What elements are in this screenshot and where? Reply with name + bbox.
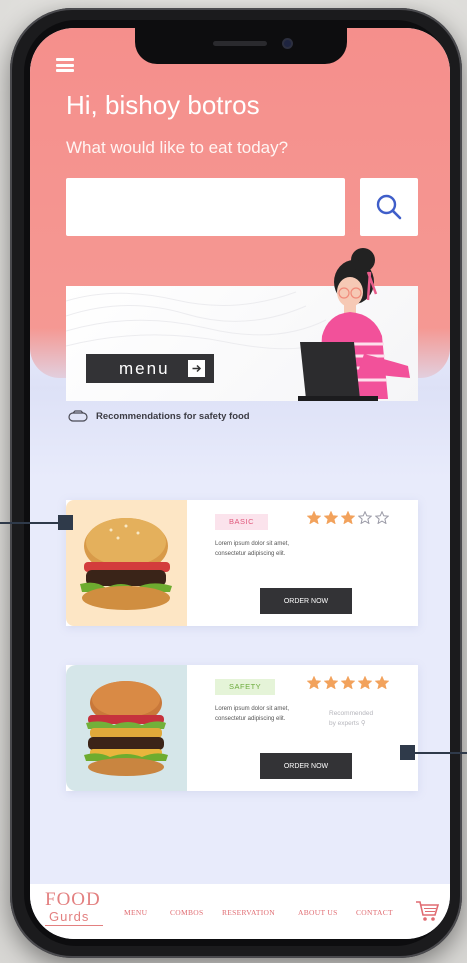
rating-stars [307, 511, 389, 524]
app-screen: Hi, bishoy botros What would like to eat… [30, 28, 450, 939]
rating-stars [307, 676, 389, 689]
expert-icon: ⚲ [360, 720, 366, 727]
badge-icon [68, 410, 88, 422]
star-icon [324, 676, 338, 689]
search-input[interactable] [66, 178, 345, 236]
nav-contact[interactable]: CONTACT [356, 908, 393, 917]
phone-notch [135, 28, 347, 64]
burger-image [66, 500, 187, 626]
food-card[interactable]: BASIC Lorem ipsum dolor sit amet, consec… [66, 500, 418, 626]
menu-label: menu [119, 358, 170, 378]
logo[interactable]: FOOD Gurds [45, 890, 103, 926]
callout-line-left [0, 522, 60, 524]
category-badge: BASIC [215, 514, 269, 530]
menu-button[interactable]: menu [86, 354, 214, 383]
nav-about-us[interactable]: ABOUT US [298, 908, 338, 917]
nav-menu[interactable]: MENU [124, 908, 147, 917]
greeting: Hi, bishoy botros [66, 90, 260, 120]
star-icon [341, 676, 355, 689]
safety-recommendation[interactable]: Recommendations for safety food [68, 410, 250, 423]
camera [282, 38, 293, 49]
card-description: Lorem ipsum dolor sit amet, consectetur … [215, 541, 290, 557]
safety-text: Recommendations for safety food [96, 411, 250, 422]
star-icon [307, 511, 321, 524]
category-badge: SAFETY [215, 679, 276, 695]
star-outline-icon [358, 511, 372, 524]
star-icon [324, 511, 338, 524]
order-now-button[interactable]: ORDER NOW [260, 588, 352, 614]
recommended-note: Recommended by experts ⚲ [329, 710, 374, 727]
star-outline-icon [375, 511, 389, 524]
arrow-right-icon [188, 360, 205, 377]
star-icon [358, 676, 372, 689]
search-button[interactable] [360, 178, 418, 236]
card-description: Lorem ipsum dolor sit amet, consectetur … [215, 706, 290, 722]
nav-combos[interactable]: COMBOS [170, 908, 203, 917]
cart-icon[interactable] [415, 900, 439, 922]
burger-image [66, 665, 187, 791]
callout-marker-right [400, 745, 415, 760]
order-now-button[interactable]: ORDER NOW [260, 753, 352, 779]
callout-line-right [414, 752, 467, 754]
subtitle: What would like to eat today? [66, 138, 289, 157]
star-icon [375, 676, 389, 689]
star-icon [341, 511, 355, 524]
search-icon [376, 194, 402, 220]
footer-nav: FOOD Gurds MENU COMBOS RESERVATION ABOUT… [30, 884, 450, 939]
star-icon [307, 676, 321, 689]
speaker [213, 41, 267, 46]
food-card[interactable]: SAFETY Lorem ipsum dolor sit amet, conse… [66, 665, 418, 791]
woman-laptop-illustration [298, 248, 410, 401]
callout-marker-left [58, 515, 73, 530]
promo-banner: menu [66, 248, 418, 401]
nav-reservation[interactable]: RESERVATION [222, 908, 275, 917]
hamburger-icon[interactable] [56, 58, 74, 72]
